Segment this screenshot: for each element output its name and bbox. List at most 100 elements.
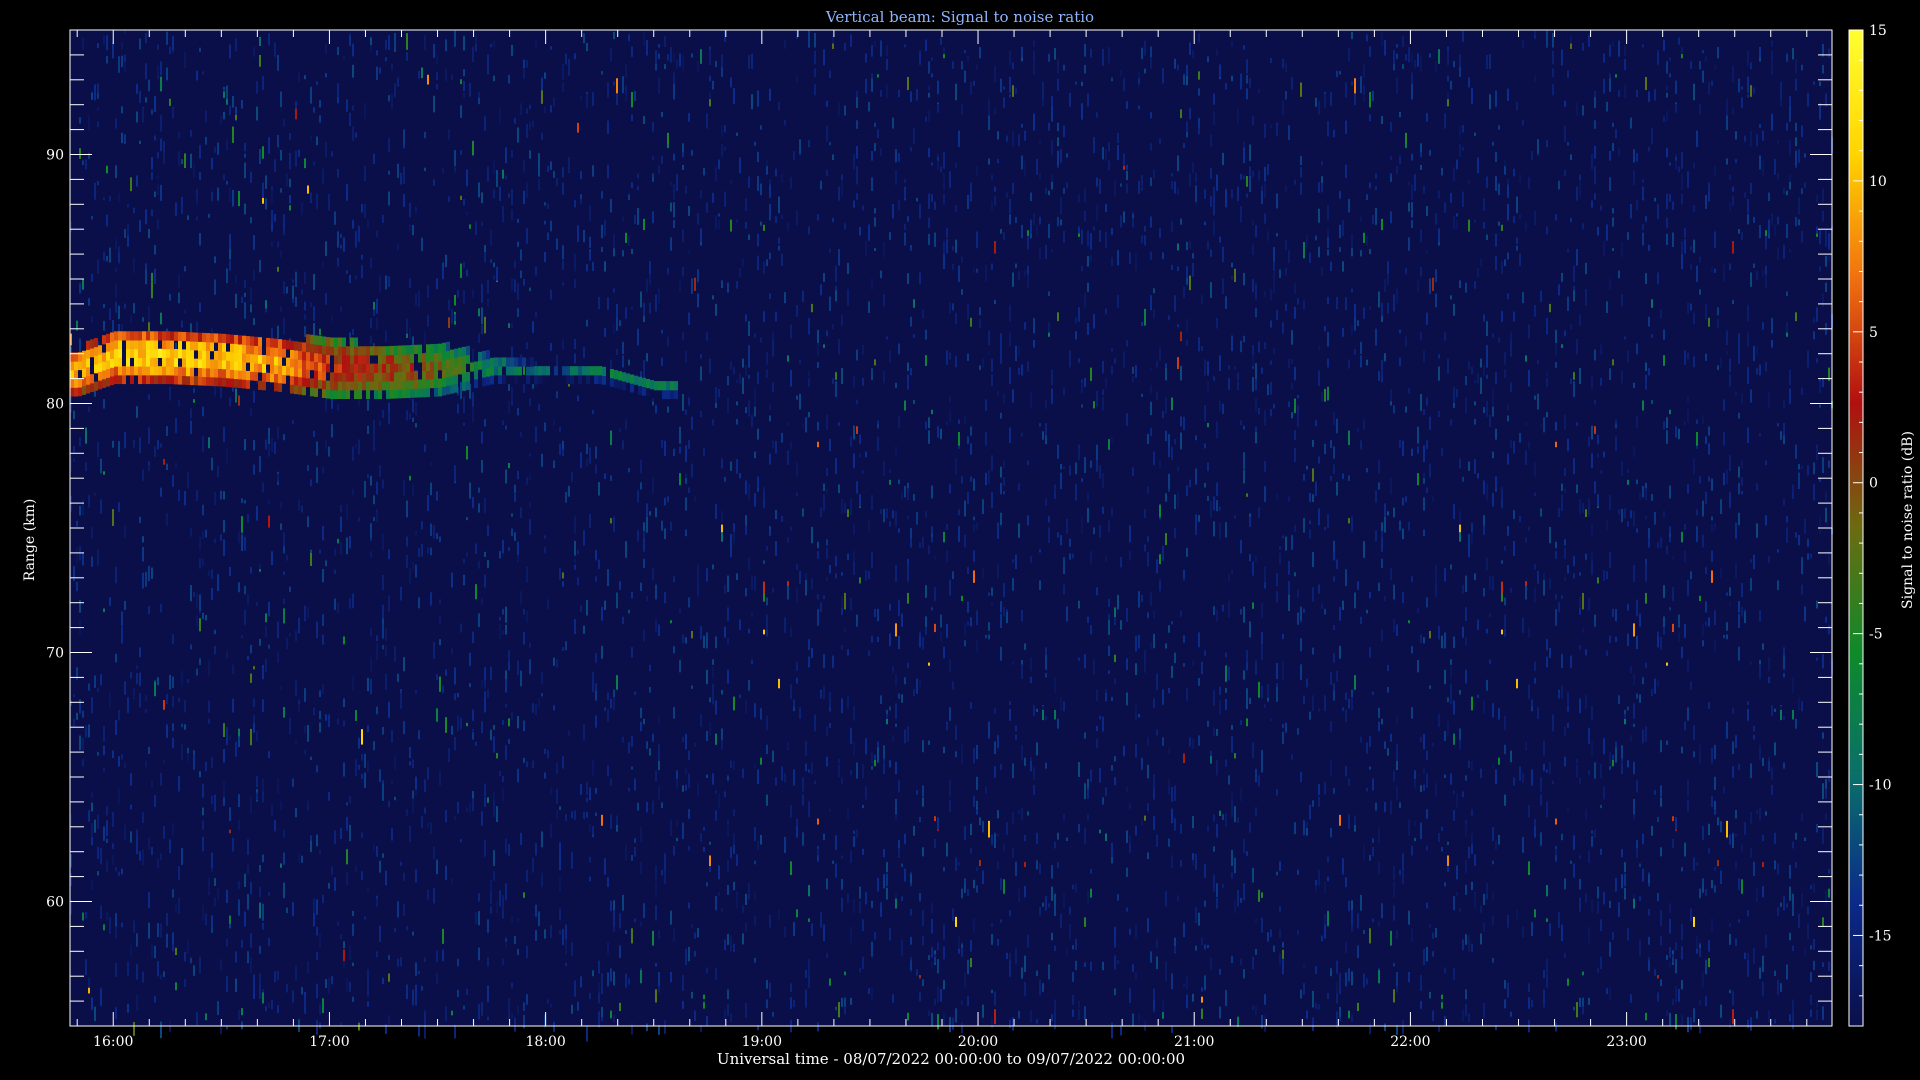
- noise-streak: [826, 756, 828, 767]
- noise-streak: [319, 849, 321, 854]
- noise-streak: [922, 979, 924, 987]
- noise-streak: [721, 126, 723, 138]
- noise-streak: [586, 811, 588, 818]
- noise-streak: [745, 365, 747, 377]
- noise-streak: [82, 759, 84, 767]
- noise-streak: [640, 721, 642, 732]
- noise-streak: [1330, 970, 1332, 977]
- noise-streak: [1114, 358, 1116, 364]
- noise-streak: [397, 958, 399, 967]
- noise-streak: [1489, 659, 1491, 665]
- noise-streak: [1171, 446, 1173, 460]
- noise-streak: [721, 280, 723, 289]
- noise-streak: [853, 550, 855, 562]
- noise-streak: [1141, 594, 1143, 603]
- noise-streak: [1291, 535, 1293, 550]
- noise-streak: [877, 420, 879, 424]
- noise-streak: [808, 975, 810, 988]
- noise-streak: [1270, 58, 1272, 63]
- noise-streak: [1462, 939, 1464, 951]
- noise-streak: [526, 123, 528, 138]
- noise-streak: [1162, 545, 1164, 561]
- noise-streak: [988, 351, 990, 355]
- noise-streak: [1186, 994, 1188, 1009]
- noise-streak: [847, 509, 849, 517]
- noise-streak: [964, 826, 966, 840]
- noise-streak: [1438, 228, 1440, 243]
- noise-streak: [985, 264, 987, 282]
- noise-streak: [1132, 366, 1134, 374]
- noise-streak: [922, 797, 924, 807]
- noise-streak: [1057, 150, 1059, 166]
- noise-streak: [1507, 184, 1509, 198]
- noise-streak: [1177, 243, 1179, 251]
- noise-streak: [898, 635, 900, 650]
- noise-streak: [619, 913, 621, 929]
- noise-streak: [865, 570, 867, 581]
- noise-streak: [211, 457, 213, 471]
- noise-streak: [943, 867, 945, 872]
- noise-streak: [511, 401, 513, 406]
- noise-streak: [202, 436, 204, 452]
- noise-streak: [430, 822, 432, 834]
- noise-streak: [1084, 654, 1086, 669]
- noise-streak: [514, 494, 516, 502]
- noise-streak: [367, 1001, 369, 1007]
- noise-streak: [991, 174, 993, 180]
- noise-streak: [607, 164, 609, 179]
- noise-streak: [1222, 278, 1224, 295]
- noise-streak: [1468, 534, 1470, 551]
- noise-streak: [409, 328, 411, 340]
- noise-streak: [1240, 720, 1242, 725]
- noise-streak: [190, 644, 192, 650]
- noise-streak: [1480, 905, 1482, 913]
- noise-streak: [1510, 588, 1512, 593]
- noise-streak: [1444, 632, 1446, 649]
- noise-streak: [1318, 246, 1320, 258]
- noise-streak: [310, 479, 312, 487]
- noise-streak: [1165, 961, 1167, 978]
- noise-streak: [1279, 929, 1281, 939]
- noise-streak: [916, 678, 918, 694]
- noise-streak: [1003, 86, 1005, 90]
- noise-streak: [82, 552, 84, 566]
- noise-streak: [526, 476, 528, 485]
- noise-streak: [583, 725, 585, 741]
- noise-streak: [760, 834, 762, 845]
- noise-streak: [139, 697, 141, 708]
- noise-streak: [1246, 718, 1248, 727]
- noise-streak: [1279, 905, 1281, 912]
- noise-streak: [811, 303, 813, 313]
- noise-streak: [1261, 762, 1263, 773]
- noise-streak: [439, 536, 441, 543]
- noise-streak: [955, 83, 957, 101]
- noise-streak: [823, 344, 825, 348]
- noise-streak: [685, 529, 687, 537]
- noise-streak: [790, 805, 792, 818]
- noise-streak: [1240, 609, 1242, 615]
- noise-streak: [706, 882, 708, 887]
- noise-streak: [514, 484, 516, 494]
- noise-streak: [238, 728, 240, 737]
- noise-streak: [865, 738, 867, 755]
- noise-streak: [1195, 185, 1197, 202]
- noise-streak: [1216, 482, 1218, 497]
- noise-streak: [574, 558, 576, 563]
- noise-streak: [802, 832, 804, 846]
- noise-streak: [1018, 346, 1020, 355]
- noise-streak: [655, 881, 657, 898]
- noise-streak: [220, 490, 222, 500]
- noise-streak: [808, 918, 810, 922]
- noise-streak: [1336, 559, 1338, 570]
- noise-streak: [490, 229, 492, 246]
- noise-streak: [1153, 988, 1155, 1001]
- noise-streak: [964, 623, 966, 637]
- noise-streak: [982, 870, 984, 885]
- noise-streak: [976, 522, 978, 530]
- noise-streak: [574, 810, 576, 820]
- noise-streak: [367, 761, 369, 772]
- noise-streak: [688, 773, 690, 788]
- noise-streak: [1210, 751, 1212, 757]
- noise-streak: [949, 302, 951, 314]
- noise-streak: [544, 772, 546, 779]
